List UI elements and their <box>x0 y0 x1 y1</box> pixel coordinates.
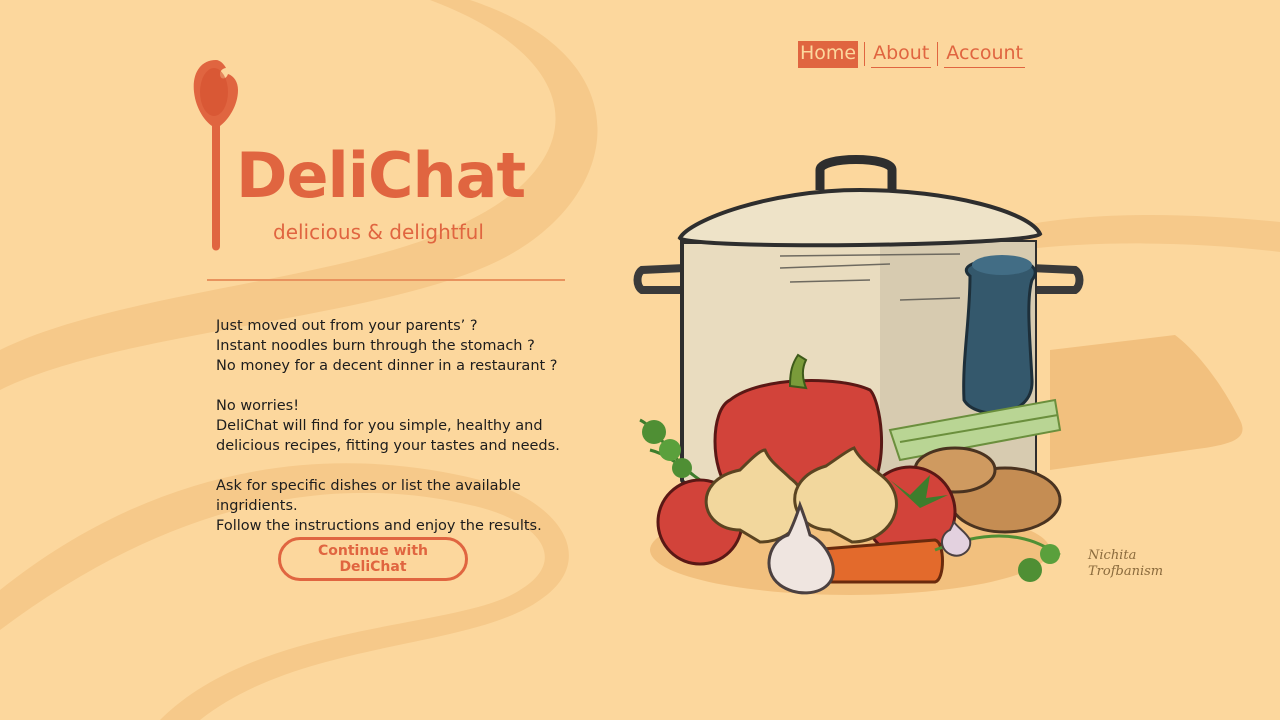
intro-line: Just moved out from your parents’ ? <box>216 318 478 334</box>
section-divider <box>207 279 565 281</box>
intro-line: Follow the instructions and enjoy the re… <box>216 518 542 534</box>
brand-tagline: delicious & delightful <box>273 220 484 244</box>
intro-paragraph: No worries! DeliChat will find for you s… <box>216 396 596 456</box>
nav-separator <box>864 42 866 66</box>
brand-name: DeliChat <box>236 139 526 212</box>
intro-text: Just moved out from your parents’ ? Inst… <box>216 316 596 556</box>
intro-line: No worries! <box>216 398 300 414</box>
intro-line: DeliChat will find for you simple, healt… <box>216 418 543 434</box>
top-navigation: Home About Account <box>798 40 1026 68</box>
nav-separator <box>937 42 939 66</box>
intro-paragraph: Ask for specific dishes or list the avai… <box>216 476 596 536</box>
signature-line: Trofbanism <box>1088 564 1164 579</box>
intro-paragraph: Just moved out from your parents’ ? Inst… <box>216 316 596 376</box>
nav-about-link[interactable]: About <box>871 41 932 68</box>
nav-account-link[interactable]: Account <box>944 41 1026 68</box>
continue-with-delichat-button[interactable]: Continue with DeliChat <box>278 537 468 581</box>
intro-line: Instant noodles burn through the stomach… <box>216 338 535 354</box>
artist-signature: Nichita Trofbanism <box>1088 548 1168 580</box>
intro-line: No money for a decent dinner in a restau… <box>216 358 558 374</box>
intro-line: delicious recipes, fitting your tastes a… <box>216 438 560 454</box>
nav-home-link[interactable]: Home <box>798 40 859 68</box>
intro-line: Ask for specific dishes or list the avai… <box>216 478 521 514</box>
cooking-pot-vegetables-illustration <box>633 155 1084 595</box>
signature-line: Nichita <box>1088 548 1137 563</box>
